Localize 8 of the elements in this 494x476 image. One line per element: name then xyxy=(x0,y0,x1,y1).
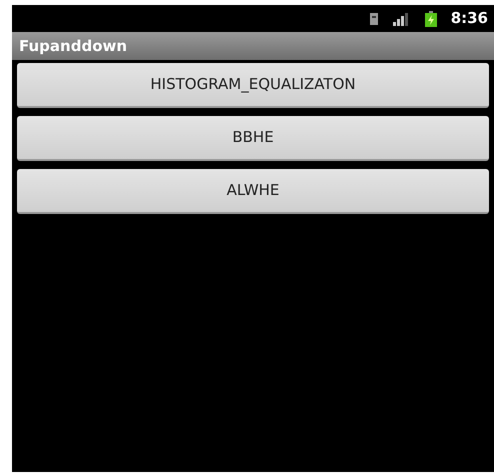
signal-icon xyxy=(392,12,411,26)
action-button[interactable]: BBHE xyxy=(17,116,489,161)
action-button[interactable]: HISTOGRAM_EQUALIZATON xyxy=(17,63,489,108)
action-button[interactable]: ALWHE xyxy=(17,169,489,214)
window-title: Fupanddown xyxy=(19,36,128,57)
usb-icon xyxy=(368,12,379,26)
battery-icon xyxy=(424,10,437,26)
clock-time: 8:36 xyxy=(450,8,488,30)
